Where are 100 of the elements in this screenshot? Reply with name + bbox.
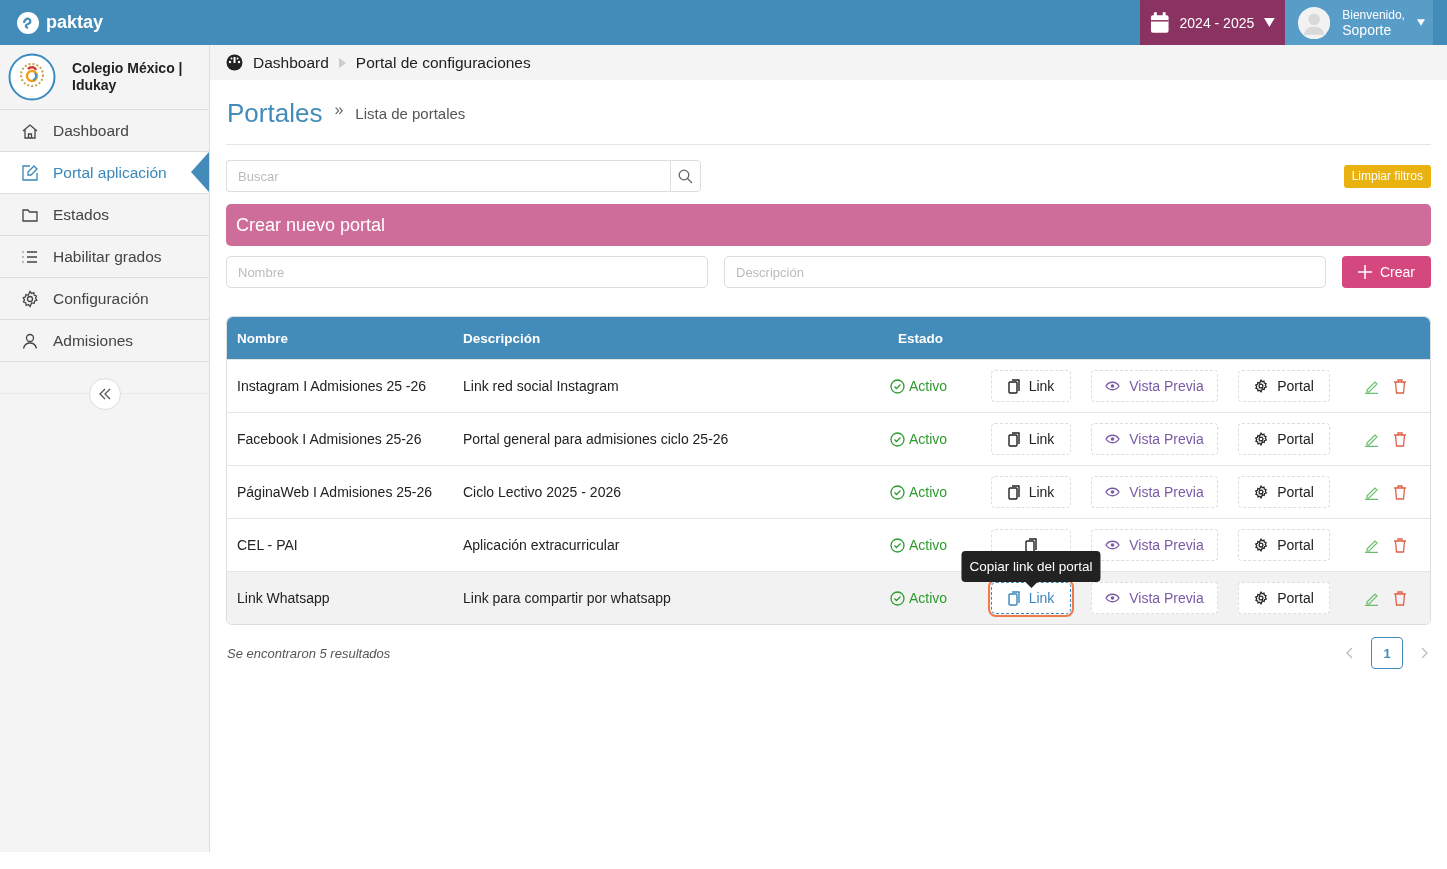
status-label: Activo [880,431,980,447]
check-circle-icon [890,431,905,447]
delete-button[interactable] [1393,484,1407,500]
preview-button[interactable]: Vista Previa [1091,529,1218,561]
portal-settings-button[interactable]: Portal [1238,582,1330,614]
settings-icon [1254,538,1269,552]
chevron-left-icon [1346,647,1354,659]
logo-icon [16,10,40,35]
column-header: Estado [897,330,944,346]
double-chevron-icon [97,387,112,401]
check-circle-icon [890,537,905,553]
user-icon [21,331,39,350]
table-cell-text: Facebook I Admisiones 25-26 [236,431,423,447]
check-circle-icon [890,484,905,500]
table-cell-text: Instagram I Admisiones 25 -26 [236,378,428,394]
title-separator: » [334,101,344,119]
status-label: Activo [880,537,980,553]
edit-icon [21,163,39,182]
portal-settings-button[interactable]: Portal [1238,423,1330,455]
name-field[interactable]: Nombre [226,256,708,288]
table-cell-text: Link Whatsapp [236,590,331,606]
copy-link-button[interactable]: Link [991,423,1071,455]
status-label: Activo [880,484,980,500]
search-button[interactable] [670,160,701,192]
preview-button[interactable]: Vista Previa [1091,476,1218,508]
search-field[interactable]: Buscar [226,160,670,192]
portal-settings-button[interactable]: Portal [1238,529,1330,561]
copy-icon [1007,590,1020,606]
settings-icon [1254,591,1269,605]
breadcrumb-link[interactable]: Portal de configuraciones [355,53,531,72]
delete-button[interactable] [1393,590,1407,606]
copy-link-button[interactable]: Link [991,370,1071,402]
trash-icon [1393,431,1407,447]
create-button[interactable]: Crear [1342,256,1431,288]
page-title: Portales [227,97,323,129]
table-cell-text: Link para compartir por whatsapp [462,590,672,606]
column-header: Descripción [462,330,542,346]
dashboard-icon [226,54,243,71]
tooltip-arrow-icon [1025,582,1037,588]
copy-icon [1007,378,1020,394]
sidebar-item[interactable]: Configuración [0,278,209,320]
chevron-right-icon [1420,647,1428,659]
brand-name: paktay [46,12,104,33]
preview-button[interactable]: Vista Previa [1091,423,1218,455]
eye-icon [1105,487,1121,497]
breadcrumb-arrow-icon [338,57,346,68]
eye-icon [1105,381,1121,391]
delete-button[interactable] [1393,378,1407,394]
tooltip: Copiar link del portal [961,551,1101,582]
check-circle-icon [890,590,905,606]
table-cell-text: CEL - PAI [236,537,299,553]
table-cell-text: Ciclo Lectivo 2025 - 2026 [462,484,622,500]
settings-icon [1254,432,1269,446]
trash-icon [1393,378,1407,394]
sidebar-item[interactable]: Estados [0,194,209,236]
eye-icon [1105,593,1121,603]
trash-icon [1393,590,1407,606]
search-icon [678,168,693,184]
delete-button[interactable] [1393,537,1407,553]
description-field[interactable]: Descripción [724,256,1326,288]
calendar-icon [1150,11,1170,34]
plus-icon [1358,265,1372,279]
school-name: Colegio México | Idukay [72,60,184,94]
delete-button[interactable] [1393,431,1407,447]
collapse-button[interactable] [88,378,121,410]
page-button[interactable]: 1 [1371,637,1403,669]
settings-icon [1254,379,1269,393]
school-year-selector[interactable]: 2024 - 2025 [1140,0,1285,45]
preview-button[interactable]: Vista Previa [1091,582,1218,614]
portal-settings-button[interactable]: Portal [1238,476,1330,508]
copy-link-button[interactable]: Link [991,582,1071,614]
caret-icon [1264,18,1275,27]
create-portal-header: Crear nuevo portal [226,204,1431,246]
eye-icon [1105,540,1121,550]
results-count: Se encontraron 5 resultados [226,645,391,661]
copy-link-button[interactable]: Link [991,476,1071,508]
trash-icon [1393,484,1407,500]
status-label: Activo [880,590,980,606]
school-logo-icon [8,53,56,101]
preview-button[interactable]: Vista Previa [1091,370,1218,402]
table-cell-text: Portal general para admisiones ciclo 25-26 [462,431,730,447]
active-pointer-icon [191,152,209,192]
settings-icon [21,289,39,308]
check-circle-icon [890,378,905,394]
column-header: Nombre [236,330,289,346]
sidebar-item[interactable]: Habilitar grados [0,236,209,278]
copy-icon [1007,484,1020,500]
eye-icon [1105,434,1121,444]
status-label: Activo [880,378,980,394]
copy-icon [1025,537,1037,553]
page-subtitle: Lista de portales [355,104,466,122]
table-cell-text: Link red social Instagram [462,378,620,394]
sidebar-item[interactable]: Portal aplicación [0,152,209,194]
breadcrumb-link[interactable]: Dashboard [253,53,329,72]
trash-icon [1393,537,1407,553]
caret-icon [1416,18,1425,27]
table-cell-text: Aplicación extracurricular [462,537,621,553]
settings-icon [1254,485,1269,499]
portal-settings-button[interactable]: Portal [1238,370,1330,402]
copy-icon [1007,431,1020,447]
